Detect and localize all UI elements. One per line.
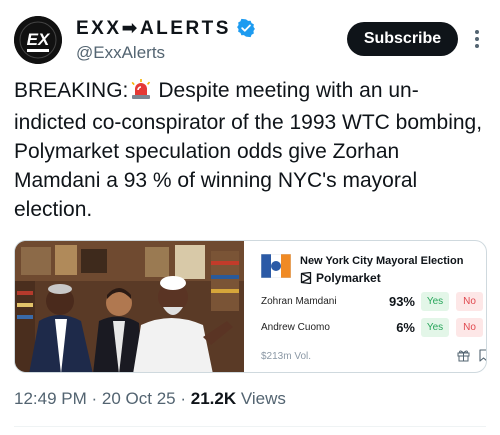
bookmark-icon[interactable] — [478, 349, 486, 362]
market-volume: $213m Vol. — [261, 351, 312, 362]
candidate-name: Andrew Cuomo — [261, 322, 330, 333]
nyc-flag-icon — [260, 253, 292, 279]
divider — [14, 426, 486, 427]
market-brand: Polymarket — [300, 271, 381, 285]
polymarket-logo-icon — [300, 272, 312, 284]
market-row: Andrew Cuomo 6% Yes No — [261, 318, 483, 338]
subscribe-button[interactable]: Subscribe — [347, 22, 458, 56]
yes-button[interactable]: Yes — [421, 292, 449, 311]
views-count[interactable]: 21.2K — [191, 389, 236, 408]
display-name[interactable]: EXX➡ALERTS — [76, 17, 231, 40]
market-row: Zohran Mamdani 93% Yes No — [261, 292, 483, 312]
candidate-percent: 93% — [388, 294, 415, 309]
tweet-meta: 12:49 PM · 20 Oct 25 · 21.2K Views — [14, 389, 286, 409]
market-brand-label: Polymarket — [316, 271, 381, 285]
account-names: EXX➡ALERTS @ExxAlerts — [76, 16, 256, 63]
candidate-percent: 6% — [396, 320, 415, 335]
polymarket-card[interactable]: New York City Mayoral Election Polymarke… — [14, 240, 487, 373]
verified-badge-icon — [236, 18, 256, 38]
tweet-header: EX EXX➡ALERTS @ExxAlerts Subscribe — [14, 12, 486, 68]
market-panel: New York City Mayoral Election Polymarke… — [258, 241, 486, 372]
tweet-text: BREAKING: Despite meeting with an un-ind… — [14, 76, 484, 224]
gift-icon[interactable] — [457, 349, 470, 362]
yes-button[interactable]: Yes — [421, 318, 449, 337]
card-actions — [457, 349, 486, 362]
market-title: New York City Mayoral Election — [300, 255, 464, 267]
account-handle[interactable]: @ExxAlerts — [76, 43, 256, 63]
views-label[interactable]: Views — [241, 389, 286, 408]
more-vertical-icon[interactable] — [470, 28, 484, 50]
siren-icon — [130, 78, 152, 108]
meta-separator: · — [180, 389, 187, 408]
tweet-date[interactable]: 20 Oct 25 — [102, 389, 176, 408]
card-photo[interactable] — [15, 241, 244, 372]
avatar-logo: EX — [14, 16, 62, 64]
no-button[interactable]: No — [456, 318, 483, 337]
display-name-row[interactable]: EXX➡ALERTS — [76, 16, 256, 40]
candidate-name: Zohran Mamdani — [261, 296, 337, 307]
tweet-prefix: BREAKING: — [14, 79, 129, 102]
tweet-time[interactable]: 12:49 PM — [14, 389, 87, 408]
meta-separator: · — [91, 389, 98, 408]
avatar-text: EX — [27, 30, 51, 49]
avatar[interactable]: EX — [14, 16, 62, 64]
no-button[interactable]: No — [456, 292, 483, 311]
